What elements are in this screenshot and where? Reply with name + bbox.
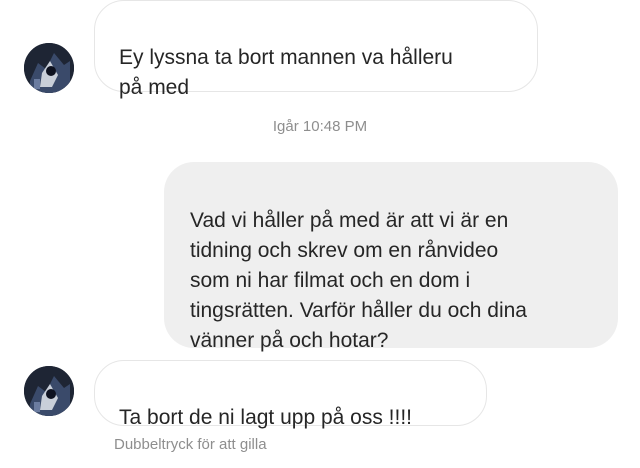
message-text: Vad vi håller på med är att vi är en tid… <box>190 209 527 352</box>
avatar-photo-icon <box>24 366 74 416</box>
sender-avatar[interactable] <box>24 366 74 416</box>
message-timestamp: Igår 10:48 PM <box>272 118 368 135</box>
message-bubble-received[interactable]: Ey lyssna ta bort mannen va hålleru på m… <box>94 0 538 99</box>
message-bubble-received[interactable]: Ta bort de ni lagt upp på oss !!!! <box>94 360 487 429</box>
sender-avatar[interactable] <box>24 43 74 93</box>
avatar-photo-icon <box>24 43 74 93</box>
message-text: Ta bort de ni lagt upp på oss !!!! <box>119 406 413 429</box>
double-tap-hint: Dubbeltryck för att gilla <box>114 436 267 453</box>
chat-thread: Ey lyssna ta bort mannen va hålleru på m… <box>0 0 640 468</box>
message-text: Ey lyssna ta bort mannen va hålleru på m… <box>119 46 453 99</box>
message-bubble-sent[interactable]: Vad vi håller på med är att vi är en tid… <box>164 162 618 352</box>
